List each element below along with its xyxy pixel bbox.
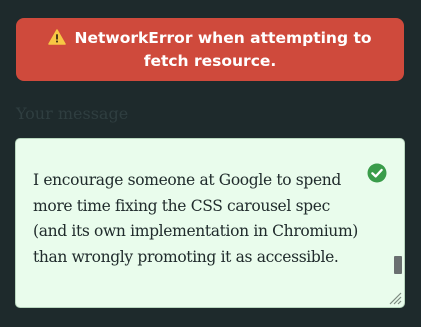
message-text[interactable]: I encourage someone at Google to spend m… xyxy=(33,168,363,270)
error-message: NetworkError when attempting to fetch re… xyxy=(74,29,372,70)
message-textarea[interactable]: I encourage someone at Google to spend m… xyxy=(15,138,405,308)
textarea-scrollbar[interactable] xyxy=(390,139,404,291)
resize-handle-icon[interactable] xyxy=(388,291,402,305)
scrollbar-thumb[interactable] xyxy=(394,256,402,274)
message-label: Your message xyxy=(16,104,129,123)
warning-icon xyxy=(48,29,67,45)
check-circle-icon xyxy=(367,163,387,183)
error-banner: NetworkError when attempting to fetch re… xyxy=(16,18,404,81)
